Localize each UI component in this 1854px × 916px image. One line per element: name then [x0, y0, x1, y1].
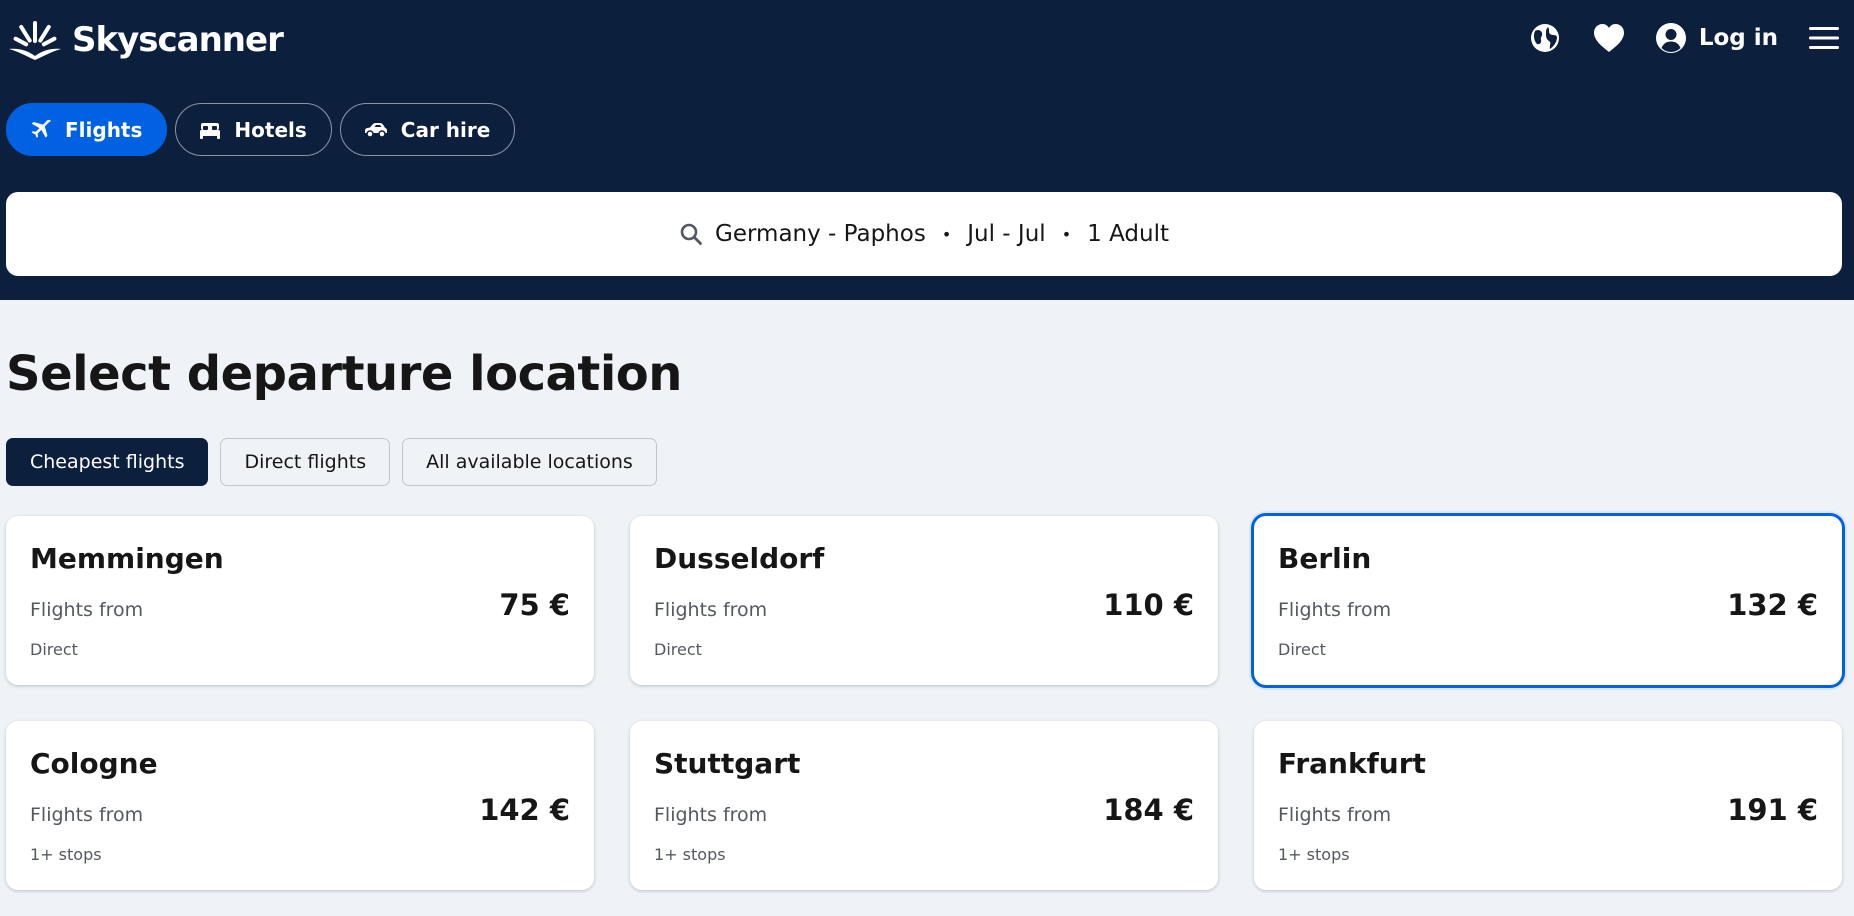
heart-icon	[1593, 24, 1624, 52]
card-stops: 1+ stops	[654, 845, 726, 864]
card-price: 132 €	[1727, 588, 1818, 622]
card-from-label: Flights from	[1278, 599, 1392, 621]
car-icon	[364, 122, 387, 138]
card-from-label: Flights from	[654, 804, 768, 826]
card-city: Cologne	[30, 747, 158, 780]
menu-icon	[1809, 27, 1839, 49]
location-card-frankfurt[interactable]: Frankfurt Flights from 191 € 1+ stops	[1254, 721, 1842, 890]
tab-car-hire-label: Car hire	[400, 117, 491, 142]
search-dates: Jul - Jul	[967, 221, 1046, 247]
location-card-dusseldorf[interactable]: Dusseldorf Flights from 110 € Direct	[630, 516, 1218, 685]
card-stops: Direct	[654, 640, 702, 659]
tab-hotels-label: Hotels	[234, 117, 307, 142]
card-from-label: Flights from	[654, 599, 768, 621]
language-region-button[interactable]	[1527, 20, 1563, 56]
card-from-label: Flights from	[30, 599, 144, 621]
card-stops: 1+ stops	[1278, 845, 1350, 864]
card-stops: 1+ stops	[30, 845, 102, 864]
search-route: Germany - Paphos	[715, 221, 926, 247]
card-stops: Direct	[1278, 640, 1326, 659]
main-menu-button[interactable]	[1806, 20, 1842, 56]
tab-flights-label: Flights	[65, 117, 143, 142]
search-separator: •	[1061, 224, 1072, 244]
card-from-label: Flights from	[1278, 804, 1392, 826]
card-stops: Direct	[30, 640, 78, 659]
location-card-stuttgart[interactable]: Stuttgart Flights from 184 € 1+ stops	[630, 721, 1218, 890]
card-price: 184 €	[1103, 793, 1194, 827]
filter-cheapest-flights[interactable]: Cheapest flights	[6, 438, 209, 486]
tab-hotels[interactable]: Hotels	[175, 103, 332, 156]
plane-icon	[31, 119, 51, 138]
skyscanner-logo[interactable]: Skyscanner	[6, 14, 284, 66]
filter-chips: Cheapest flights Direct flights All avai…	[6, 438, 657, 486]
search-summary-bar[interactable]: Germany - Paphos • Jul - Jul • 1 Adult	[6, 192, 1842, 276]
login-button[interactable]: Log in	[1655, 22, 1778, 54]
filter-all-available-locations[interactable]: All available locations	[402, 438, 657, 486]
card-price: 142 €	[479, 793, 570, 827]
globe-icon	[1530, 24, 1559, 52]
card-city: Frankfurt	[1278, 747, 1426, 780]
card-price: 75 €	[499, 588, 570, 622]
header-actions: Log in	[1527, 18, 1842, 58]
location-card-cologne[interactable]: Cologne Flights from 142 € 1+ stops	[6, 721, 594, 890]
search-separator: •	[941, 224, 952, 244]
card-price: 191 €	[1727, 793, 1818, 827]
card-city: Berlin	[1278, 542, 1372, 575]
search-icon	[680, 223, 702, 245]
card-city: Stuttgart	[654, 747, 801, 780]
site-header: Skyscanner Log in Flights Hotels Car hir…	[0, 0, 1854, 300]
login-label: Log in	[1698, 25, 1778, 51]
tab-flights[interactable]: Flights	[6, 103, 168, 156]
card-price: 110 €	[1103, 588, 1194, 622]
account-icon	[1655, 23, 1686, 53]
card-city: Dusseldorf	[654, 542, 825, 575]
card-city: Memmingen	[30, 542, 224, 575]
location-card-berlin[interactable]: Berlin Flights from 132 € Direct	[1254, 516, 1842, 685]
saved-button[interactable]	[1591, 20, 1627, 56]
departure-location-grid: Memmingen Flights from 75 € Direct Dusse…	[6, 516, 1842, 890]
search-travellers: 1 Adult	[1087, 221, 1169, 247]
card-from-label: Flights from	[30, 804, 144, 826]
brand-name: Skyscanner	[72, 20, 284, 60]
filter-direct-flights[interactable]: Direct flights	[220, 438, 391, 486]
bed-icon	[200, 122, 221, 139]
page-title: Select departure location	[6, 346, 682, 402]
tab-car-hire[interactable]: Car hire	[339, 103, 516, 156]
location-card-memmingen[interactable]: Memmingen Flights from 75 € Direct	[6, 516, 594, 685]
product-tabs: Flights Hotels Car hire	[6, 103, 516, 156]
sunrise-logo-icon	[9, 21, 61, 60]
